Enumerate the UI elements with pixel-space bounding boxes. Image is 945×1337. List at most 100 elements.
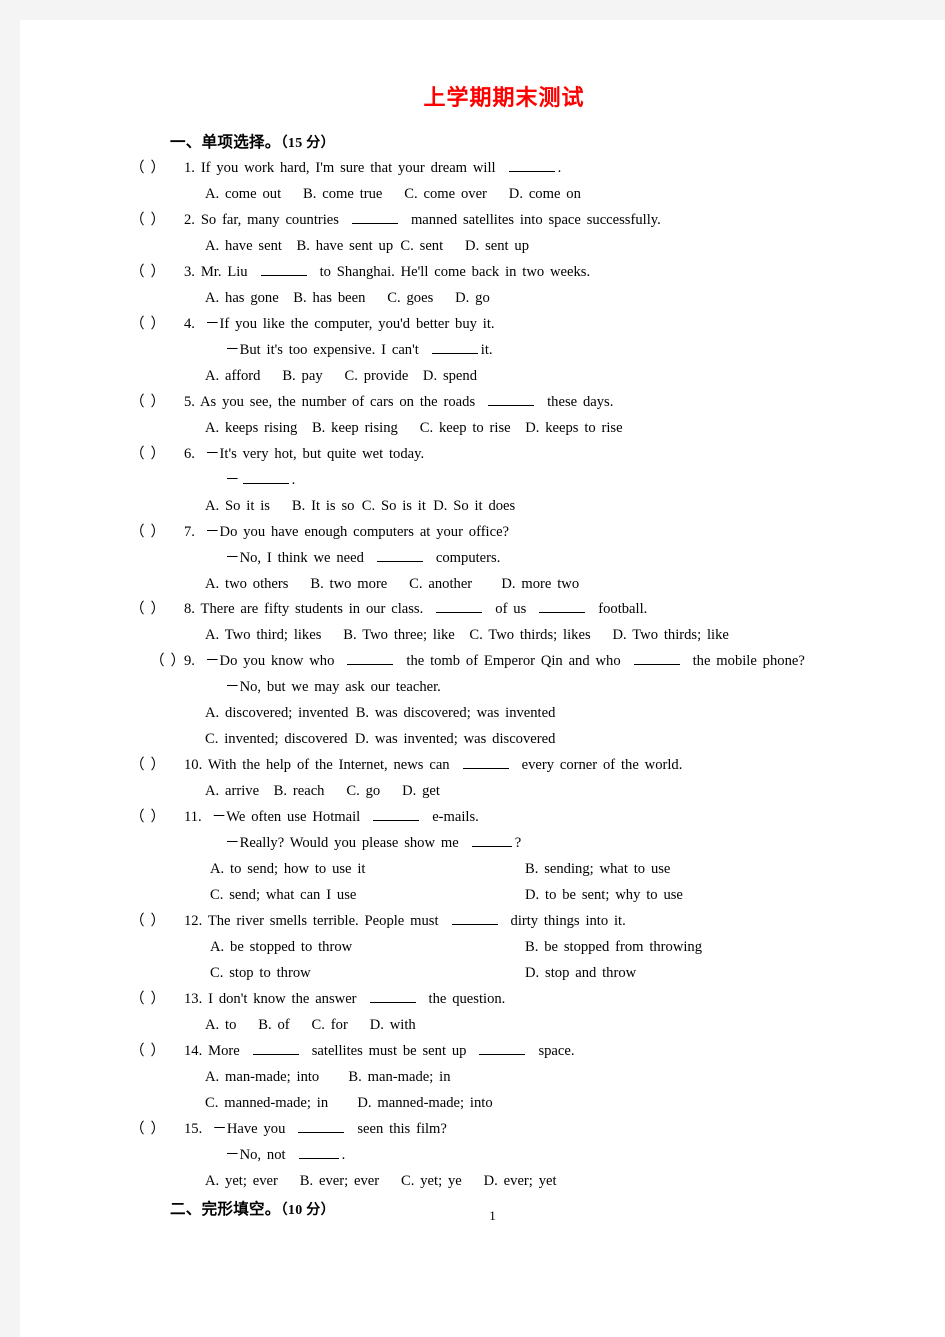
answer-bracket[interactable]: （ ） — [130, 1117, 184, 1143]
question-11-continuation: －Really? Would you please show me? — [150, 831, 838, 857]
question-4-continuation: －But it's too expensive. I can't it. — [150, 338, 838, 364]
answer-bracket[interactable]: （ ） — [130, 312, 184, 338]
question-8-number: 8. — [184, 601, 195, 618]
question-7-options[interactable]: A. two others B. two more C. another D. … — [150, 572, 838, 598]
question-14-stem: （ ） 14. More satellites must be sent up spa… — [130, 1039, 838, 1065]
question-12-option-b[interactable]: B. be stopped from throwing — [525, 935, 838, 961]
question-11-number: 11. — [184, 809, 202, 826]
answer-bracket[interactable]: （ ） — [130, 1039, 184, 1065]
question-12-stem: （ ） 12. The river smells terrible. People… — [130, 909, 838, 935]
question-8-stem: （ ） 8. There are fifty students in our cl… — [130, 597, 838, 623]
question-11-option-b[interactable]: B. sending; what to use — [525, 857, 838, 883]
answer-bracket[interactable]: （ ） — [130, 753, 184, 779]
answer-bracket[interactable]: （ ） — [130, 909, 184, 935]
question-11-options-row-2: C. send; what can I use D. to be sent; wh… — [150, 883, 838, 909]
page-title: 上学期期末测试 — [423, 85, 585, 111]
question-12-option-d[interactable]: D. stop and throw — [525, 961, 838, 987]
answer-blank[interactable] — [479, 1041, 526, 1055]
question-6-options[interactable]: A. So it is B. It is so C. So is it D. S… — [150, 494, 838, 520]
question-1-stem: （ ） 1. If you work hard, I'm sure that yo… — [130, 156, 838, 182]
question-14-options-line-1[interactable]: A. man-made; into B. man-made; in — [150, 1065, 838, 1091]
answer-blank[interactable] — [436, 599, 483, 614]
answer-blank[interactable] — [451, 911, 498, 926]
question-3-options[interactable]: A. has gone B. has been C. goes D. go — [150, 286, 838, 312]
answer-bracket[interactable]: （ ） — [130, 390, 184, 416]
answer-bracket[interactable]: （ ） — [130, 208, 184, 234]
question-9-continuation: －No, but we may ask our teacher. — [225, 679, 441, 696]
question-1-options[interactable]: A. come out B. come true C. come over D.… — [150, 182, 838, 208]
question-11-option-c[interactable]: C. send; what can I use — [210, 883, 525, 909]
question-item-11: （ ） 11. －We often use Hotmail e-mails. －Rea… — [130, 805, 838, 909]
question-15-number: 15. — [184, 1120, 203, 1137]
document-content: 上学期期末测试 一、单项选择。（15 分） （ ） 1. If you work … — [130, 80, 838, 1223]
answer-bracket[interactable]: （ ） — [130, 987, 184, 1013]
question-7-number: 7. — [184, 523, 195, 540]
answer-blank[interactable] — [298, 1144, 339, 1159]
question-11-option-d[interactable]: D. to be sent; why to use — [525, 883, 838, 909]
answer-blank[interactable] — [508, 158, 555, 172]
answer-bracket[interactable]: （ ） — [130, 597, 184, 623]
question-14-options-line-2[interactable]: C. manned-made; in D. manned-made; into — [150, 1091, 838, 1117]
question-4-options[interactable]: A. afford B. pay C. provide D. spend — [150, 364, 838, 390]
question-item-13: （ ） 13. I don't know the answer the questi… — [130, 987, 838, 1039]
question-2-options[interactable]: A. have sent B. have sent up C. sent D. … — [150, 234, 838, 260]
question-13-options[interactable]: A. to B. of C. for D. with — [150, 1013, 838, 1039]
answer-blank[interactable] — [376, 547, 423, 562]
question-11-options-row-1: A. to send; how to use it B. sending; wha… — [150, 857, 838, 883]
answer-blank[interactable] — [471, 833, 512, 848]
answer-blank[interactable] — [462, 755, 509, 770]
answer-bracket[interactable]: （ ） — [150, 649, 185, 675]
question-item-15: （ ） 15. －Have you seen this film? －No, not.… — [130, 1117, 838, 1195]
answer-blank[interactable] — [373, 807, 420, 822]
answer-blank[interactable] — [347, 651, 394, 666]
question-9-options-line-1[interactable]: A. discovered; invented B. was discovere… — [150, 701, 838, 727]
question-3-number: 3. — [184, 263, 195, 280]
section-1-points: （15 分） — [280, 136, 335, 151]
answer-blank[interactable] — [351, 210, 398, 224]
question-item-4: （ ） 4. －If you like the computer, you'd be… — [130, 312, 838, 390]
answer-bracket[interactable]: （ ） — [130, 805, 184, 831]
question-12-option-a[interactable]: A. be stopped to throw — [210, 935, 525, 961]
question-12-number: 12. — [184, 913, 203, 930]
answer-blank[interactable] — [252, 1041, 299, 1055]
answer-blank[interactable] — [242, 469, 289, 484]
answer-bracket[interactable]: （ ） — [130, 260, 184, 286]
question-8-options[interactable]: A. Two third; likes B. Two three; like C… — [150, 623, 838, 649]
answer-bracket[interactable]: （ ） — [130, 442, 184, 468]
section-1-label: 一、单项选择。 — [170, 134, 281, 151]
answer-blank[interactable] — [260, 261, 307, 276]
question-item-12: （ ） 12. The river smells terrible. People… — [130, 909, 838, 987]
question-15-continuation: －No, not. — [150, 1143, 838, 1169]
question-12-option-c[interactable]: C. stop to throw — [210, 961, 525, 987]
answer-bracket[interactable]: （ ） — [130, 520, 184, 546]
answer-blank[interactable] — [298, 1118, 345, 1133]
question-5-stem: （ ） 5. As you see, the number of cars on … — [130, 390, 838, 416]
question-11-option-a[interactable]: A. to send; how to use it — [210, 857, 525, 883]
question-7-stem: （ ） 7. －Do you have enough computers at yo… — [130, 520, 838, 546]
question-10-stem: （ ） 10. With the help of the Internet, ne… — [130, 753, 838, 779]
answer-blank[interactable] — [633, 651, 680, 666]
question-7-continuation: －No, I think we need computers. — [150, 546, 838, 572]
question-1-number: 1. — [184, 160, 195, 176]
answer-bracket[interactable]: （ ） — [130, 156, 184, 182]
answer-blank[interactable] — [488, 391, 535, 406]
question-5-options[interactable]: A. keeps rising B. keep rising C. keep t… — [150, 416, 838, 442]
question-10-options[interactable]: A. arrive B. reach C. go D. get — [150, 779, 838, 805]
answer-blank[interactable] — [431, 339, 478, 354]
question-9-number: 9. — [184, 653, 195, 670]
question-13-number: 13. — [184, 991, 203, 1007]
question-2-number: 2. — [184, 211, 195, 228]
question-4-stem: （ ） 4. －If you like the computer, you'd be… — [130, 312, 838, 338]
question-12-options-row-1: A. be stopped to throw B. be stopped from… — [150, 935, 838, 961]
question-14-number: 14. — [184, 1042, 203, 1059]
answer-blank[interactable] — [369, 989, 416, 1003]
question-15-options[interactable]: A. yet; ever B. ever; ever C. yet; ye D.… — [150, 1169, 838, 1195]
question-10-number: 10. — [184, 757, 203, 774]
question-item-9: （ ）9. －Do you know who the tomb of Emperor… — [150, 649, 838, 753]
question-9-options-line-2[interactable]: C. invented; discovered D. was invented;… — [150, 727, 838, 753]
question-list: （ ） 1. If you work hard, I'm sure that yo… — [130, 156, 838, 1195]
question-2-stem: （ ） 2. So far, many countries manned satel… — [130, 208, 838, 234]
question-15-stem: （ ） 15. －Have you seen this film? — [130, 1117, 838, 1143]
answer-blank[interactable] — [539, 599, 586, 614]
question-5-number: 5. — [184, 393, 195, 410]
